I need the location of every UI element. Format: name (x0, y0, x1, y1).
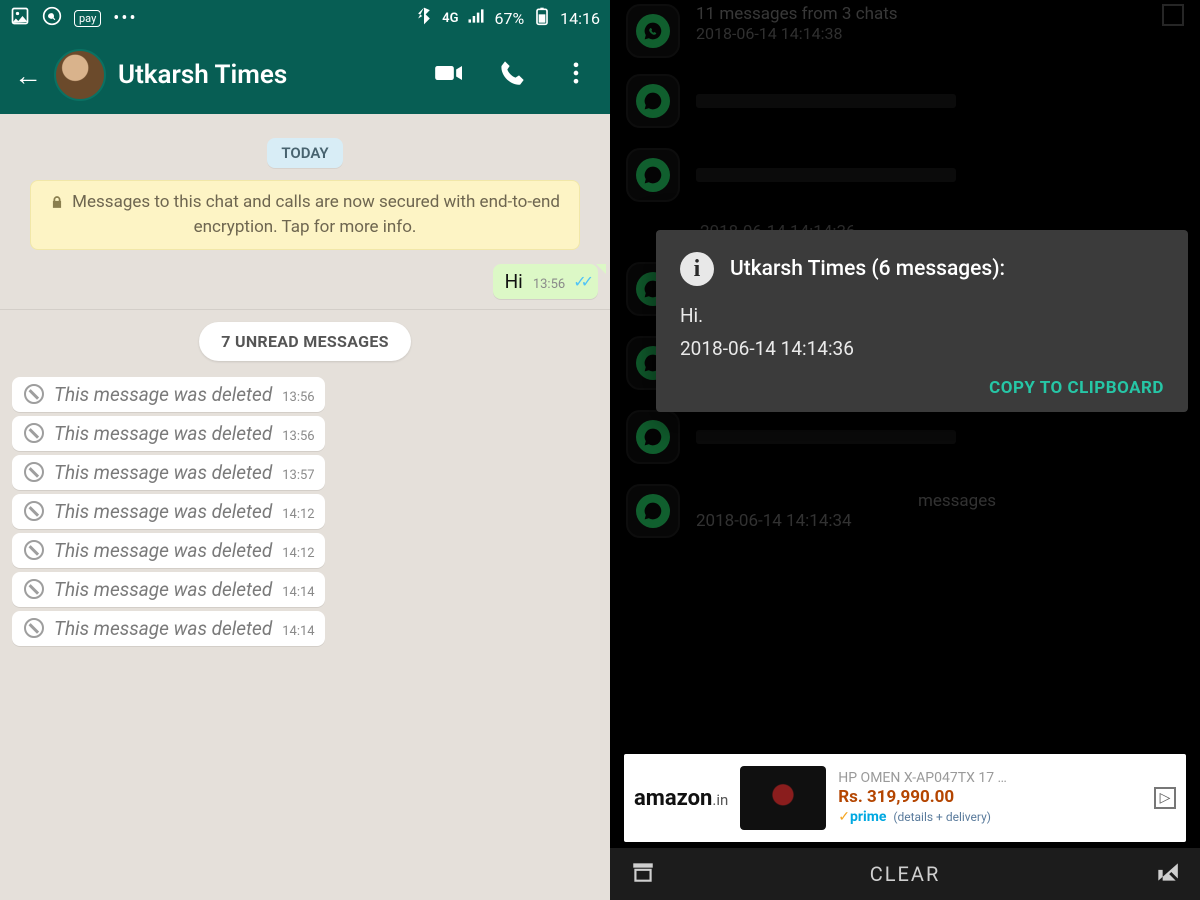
video-call-button[interactable] (434, 59, 462, 91)
log-header: 11 messages from 3 chats 2018-06-14 14:1… (610, 0, 1200, 64)
message-row-deleted[interactable]: This message was deleted 13:56 (12, 416, 598, 451)
gallery-icon (10, 6, 30, 31)
bluetooth-icon (414, 6, 434, 30)
adchoices-icon[interactable]: ▷ (1154, 787, 1176, 809)
ad-meta: HP OMEN X-AP047TX 17 … Rs. 319,990.00 ✓p… (838, 770, 1007, 826)
ad-thumbnail (740, 766, 826, 830)
dialog-line-1: Hi. (680, 304, 1164, 327)
message-text: Hi (505, 270, 523, 293)
date-separator: TODAY (267, 138, 342, 168)
signal-icon (466, 6, 486, 30)
message-time: 13:57 (282, 468, 314, 484)
back-button[interactable]: ← (14, 59, 42, 92)
deleted-icon (24, 462, 44, 482)
message-time: 13:56 (533, 277, 565, 293)
message-row-deleted[interactable]: This message was deleted 14:12 (12, 494, 598, 529)
whatsapp-app-icon (626, 74, 680, 128)
whatsapp-app-icon (626, 484, 680, 538)
notification-log-pane: 11 messages from 3 chats 2018-06-14 14:1… (610, 0, 1200, 900)
deleted-icon (24, 384, 44, 404)
log-row-title: messages (696, 491, 996, 511)
deleted-icon (24, 501, 44, 521)
message-text: This message was deleted (54, 500, 272, 523)
info-dialog: i Utkarsh Times (6 messages): Hi. 2018-0… (656, 230, 1188, 412)
message-time: 14:14 (282, 624, 314, 640)
message-text: This message was deleted (54, 461, 272, 484)
battery-icon (532, 6, 552, 30)
share-button[interactable] (1154, 859, 1180, 890)
chat-scroll-area[interactable]: TODAY Messages to this chat and calls ar… (0, 114, 610, 900)
ad-banner[interactable]: amazon.in HP OMEN X-AP047TX 17 … Rs. 319… (624, 754, 1186, 842)
deleted-icon (24, 579, 44, 599)
log-row[interactable]: messages 2018-06-14 14:14:34 (610, 474, 1200, 548)
ad-product: HP OMEN X-AP047TX 17 … (838, 770, 1007, 788)
more-menu-button[interactable] (562, 59, 590, 91)
message-row-deleted[interactable]: This message was deleted 14:12 (12, 533, 598, 568)
message-time: 13:56 (282, 429, 314, 445)
archive-button[interactable] (630, 859, 656, 890)
dialog-line-2: 2018-06-14 14:14:36 (680, 337, 1164, 360)
contact-name[interactable]: Utkarsh Times (118, 60, 422, 90)
battery-percent: 67% (494, 9, 524, 28)
whatsapp-app-icon (626, 148, 680, 202)
info-icon: i (680, 252, 714, 286)
log-row-placeholder (696, 430, 956, 444)
message-time: 13:56 (282, 390, 314, 406)
message-time: 14:14 (282, 585, 314, 601)
ad-prime: prime (850, 809, 886, 825)
select-checkbox[interactable] (1162, 4, 1184, 26)
bottom-action-bar: CLEAR (610, 848, 1200, 900)
read-ticks-icon: ✓✓ (573, 272, 588, 291)
message-row-deleted[interactable]: This message was deleted 14:14 (12, 572, 598, 607)
network-type: 4G (442, 11, 458, 26)
message-text: This message was deleted (54, 383, 272, 406)
log-row-placeholder (696, 168, 956, 182)
whatsapp-app-icon (626, 410, 680, 464)
log-row-time: 2018-06-14 14:14:34 (696, 511, 996, 531)
ad-brand: amazon.in (634, 786, 728, 811)
chat-app-bar: ← Utkarsh Times (0, 36, 610, 114)
whatsapp-status-icon (42, 6, 62, 31)
voice-call-button[interactable] (498, 59, 526, 91)
ad-details: (details + delivery) (893, 810, 991, 824)
log-row[interactable] (610, 64, 1200, 138)
pay-status-icon: pay (74, 10, 101, 27)
message-row-deleted[interactable]: This message was deleted 13:56 (12, 377, 598, 412)
message-time: 14:12 (282, 507, 314, 523)
deleted-icon (24, 423, 44, 443)
clock: 14:16 (560, 9, 600, 28)
deleted-icon (24, 618, 44, 638)
more-status-icon: ••• (113, 8, 137, 29)
message-text: This message was deleted (54, 578, 272, 601)
copy-to-clipboard-button[interactable]: COPY TO CLIPBOARD (680, 378, 1164, 398)
message-time: 14:12 (282, 546, 314, 562)
lock-icon (50, 193, 64, 216)
whatsapp-app-icon (626, 4, 680, 58)
contact-avatar[interactable] (54, 49, 106, 101)
log-header-title: 11 messages from 3 chats (696, 4, 1146, 24)
message-row-deleted[interactable]: This message was deleted 13:57 (12, 455, 598, 490)
unread-count-pill: 7 UNREAD MESSAGES (199, 322, 411, 361)
message-text: This message was deleted (54, 422, 272, 445)
ad-price: Rs. 319,990.00 (838, 787, 1007, 808)
android-status-bar: pay ••• 4G 67% 14:16 (0, 0, 610, 36)
clear-button[interactable]: CLEAR (870, 862, 941, 886)
log-row-placeholder (696, 94, 956, 108)
encryption-notice[interactable]: Messages to this chat and calls are now … (30, 180, 580, 250)
deleted-icon (24, 540, 44, 560)
message-row-deleted[interactable]: This message was deleted 14:14 (12, 611, 598, 646)
message-row-outgoing[interactable]: Hi 13:56 ✓✓ (12, 264, 598, 299)
section-divider (0, 309, 610, 310)
whatsapp-chat-pane: pay ••• 4G 67% 14:16 ← Utkarsh Times (0, 0, 610, 900)
dialog-title: Utkarsh Times (6 messages): (730, 257, 1005, 281)
encryption-text: Messages to this chat and calls are now … (72, 192, 560, 237)
message-text: This message was deleted (54, 539, 272, 562)
message-text: This message was deleted (54, 617, 272, 640)
log-header-time: 2018-06-14 14:14:38 (696, 24, 1146, 43)
log-row[interactable] (610, 138, 1200, 212)
